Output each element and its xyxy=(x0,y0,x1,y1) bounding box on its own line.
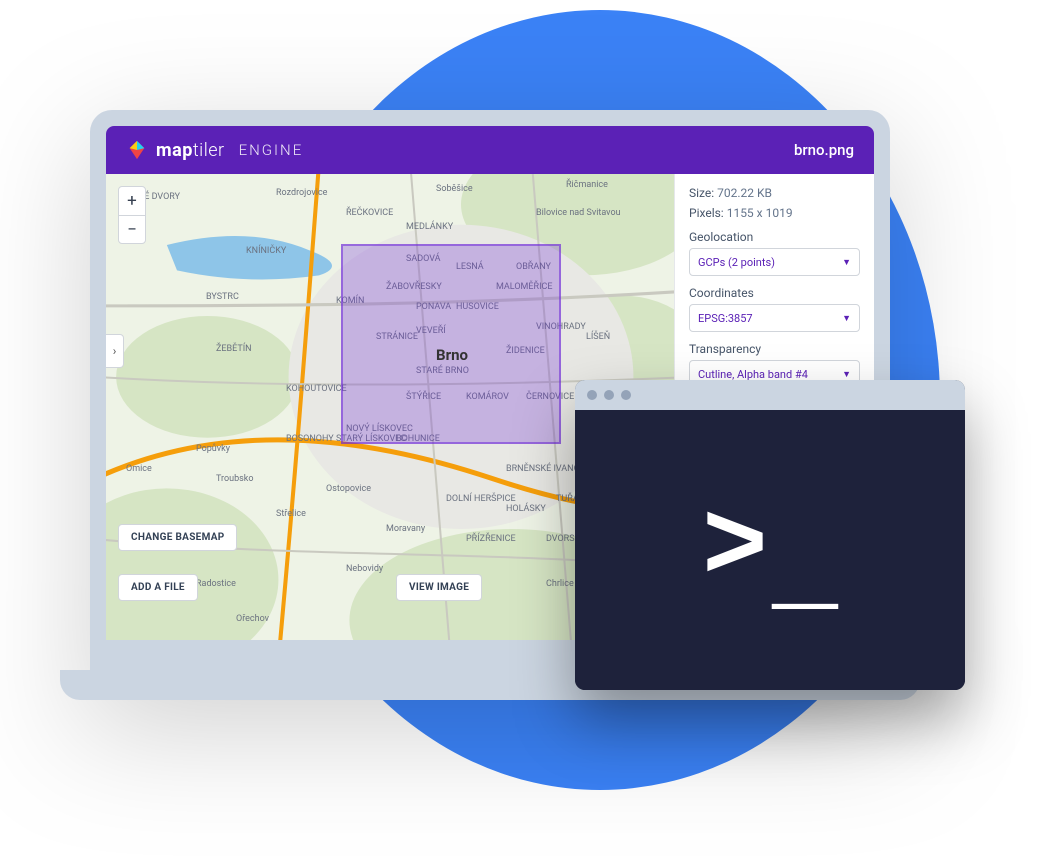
terminal-titlebar xyxy=(575,380,965,410)
zoom-controls: + − xyxy=(118,186,146,244)
app-header: maptiler ENGINE brno.png xyxy=(106,126,874,174)
brand-logo-icon xyxy=(126,139,148,161)
place-label: Střelice xyxy=(276,509,306,519)
place-label: Řičmanice xyxy=(566,180,608,190)
change-basemap-button[interactable]: CHANGE BASEMAP xyxy=(118,524,237,551)
place-label: Rozdrojovice xyxy=(276,188,327,198)
brand-engine: ENGINE xyxy=(239,141,304,159)
place-label: Bilovice nad Svitavou xyxy=(536,208,621,218)
place-label: Ořechov xyxy=(236,614,269,624)
caret-down-icon: ▼ xyxy=(842,257,851,268)
view-image-button[interactable]: VIEW IMAGE xyxy=(396,574,482,601)
file-name: brno.png xyxy=(794,141,854,159)
coordinates-dropdown[interactable]: EPSG:3857 ▼ xyxy=(689,304,860,332)
window-dot-icon xyxy=(604,390,614,400)
place-label: BYSTRC xyxy=(206,292,239,302)
place-label: LÍŠEŇ xyxy=(586,332,610,342)
geolocation-dropdown[interactable]: GCPs (2 points) ▼ xyxy=(689,248,860,276)
terminal-window: >_ xyxy=(575,380,965,690)
caret-down-icon: ▼ xyxy=(842,313,851,324)
place-label: Omice xyxy=(126,464,152,474)
brand: maptiler ENGINE xyxy=(126,139,303,161)
place-label: BOSONOHY xyxy=(286,434,334,444)
place-label: KNÍNIČKY xyxy=(246,246,286,256)
place-label: ŽEBĚTÍN xyxy=(216,344,252,354)
place-label: MEDLÁNKY xyxy=(406,222,453,232)
place-label: ŘEČKOVICE xyxy=(346,208,393,218)
place-label: Popůvky xyxy=(196,444,230,454)
transparency-label: Transparency xyxy=(689,342,860,356)
geolocation-value: GCPs (2 points) xyxy=(698,256,775,269)
expand-panel-button[interactable]: › xyxy=(106,334,124,368)
place-label: Troubsko xyxy=(216,474,254,484)
place-label: Soběšice xyxy=(436,184,473,194)
geolocation-label: Geolocation xyxy=(689,230,860,244)
place-label: Chrlice xyxy=(546,579,574,589)
coordinates-value: EPSG:3857 xyxy=(698,312,753,325)
place-label: KOHOUTOVICE xyxy=(286,384,347,394)
place-label: Nebovidy xyxy=(346,564,383,574)
window-dot-icon xyxy=(621,390,631,400)
zoom-out-button[interactable]: − xyxy=(119,215,145,243)
caret-down-icon: ▼ xyxy=(842,369,851,380)
place-label: PŘÍZŘENICE xyxy=(466,534,516,544)
window-dot-icon xyxy=(587,390,597,400)
add-file-button[interactable]: ADD A FILE xyxy=(118,574,198,601)
terminal-body[interactable]: >_ xyxy=(575,410,965,690)
zoom-in-button[interactable]: + xyxy=(119,187,145,215)
image-bounds-overlay[interactable] xyxy=(341,244,561,444)
coordinates-label: Coordinates xyxy=(689,286,860,300)
transparency-value: Cutline, Alpha band #4 xyxy=(698,368,808,381)
place-label: HOLÁSKY xyxy=(506,504,546,514)
map-city-label: Brno xyxy=(436,346,468,364)
brand-name: maptiler xyxy=(156,140,225,161)
place-label: DOLNÍ HERŠPICE xyxy=(446,494,516,504)
file-size: Size: 702.22 KB xyxy=(689,186,860,200)
place-label: Moravany xyxy=(386,524,425,534)
cursor-icon: _ xyxy=(772,506,838,631)
file-pixels: Pixels: 1155 x 1019 xyxy=(689,206,860,220)
place-label: Ostopovice xyxy=(326,484,371,494)
place-label: Radostice xyxy=(196,579,236,589)
prompt-icon: > xyxy=(702,495,768,605)
